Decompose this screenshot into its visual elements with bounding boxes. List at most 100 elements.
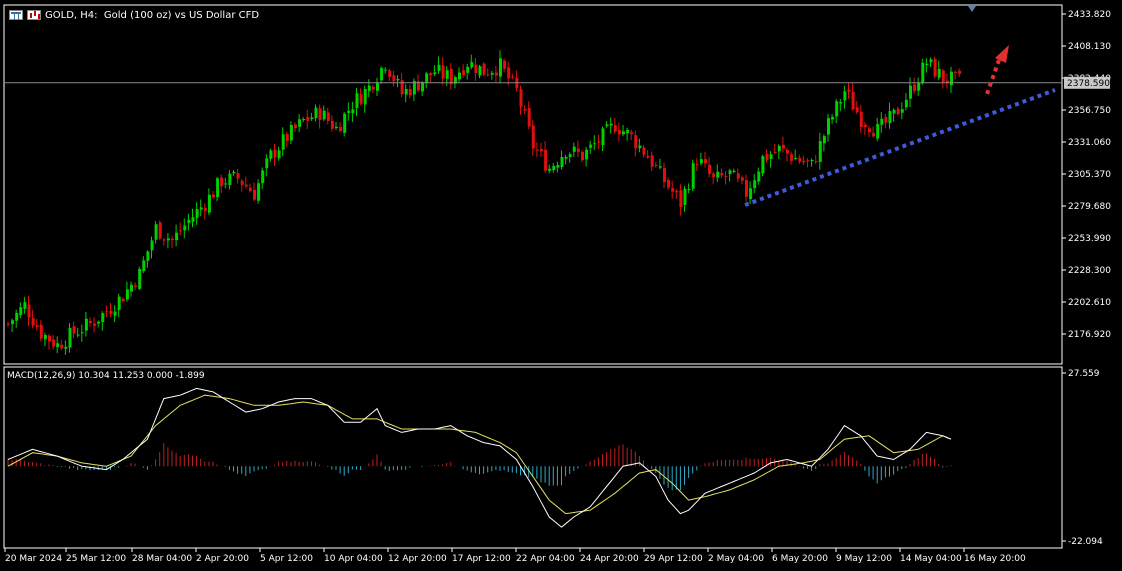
candle <box>745 174 748 202</box>
macd-tick-label: 27.559 <box>1068 369 1100 379</box>
candle-body <box>84 318 88 331</box>
candle <box>52 334 56 350</box>
candle <box>478 64 482 79</box>
candle-body <box>269 150 273 159</box>
candle <box>540 142 543 157</box>
candle <box>663 162 666 189</box>
candle-body <box>441 65 445 79</box>
macd-pane[interactable] <box>7 387 952 528</box>
candle-body <box>765 153 769 161</box>
candle-body <box>572 146 576 152</box>
candle-body <box>277 150 281 159</box>
candle <box>691 159 695 192</box>
candle <box>909 77 912 108</box>
candle-body <box>642 147 646 155</box>
candle-body <box>691 163 695 189</box>
candle-body <box>904 99 908 108</box>
candle <box>634 130 638 157</box>
candle-body <box>581 151 584 161</box>
macd-signal-line <box>7 394 952 515</box>
candle <box>150 236 154 259</box>
annotations[interactable] <box>744 45 1056 207</box>
candle <box>113 305 117 323</box>
candle-body <box>540 149 543 152</box>
bar-chart-icon[interactable] <box>27 10 41 20</box>
candle <box>810 158 814 167</box>
candle <box>786 147 789 162</box>
candle-body <box>138 269 142 289</box>
candle-body <box>273 149 277 158</box>
candle-body <box>335 126 338 129</box>
price-tick-label: 2253.990 <box>1068 234 1111 244</box>
price-pane[interactable] <box>7 50 962 355</box>
candle <box>950 66 953 94</box>
candle-body <box>876 124 880 139</box>
candle <box>896 106 900 116</box>
candle-body <box>937 68 941 78</box>
candle <box>35 319 39 331</box>
candle <box>941 69 945 89</box>
candle-body <box>622 131 625 135</box>
candle-body <box>216 178 220 198</box>
candle-body <box>523 109 527 111</box>
candle-body <box>503 60 507 69</box>
candle-body <box>482 63 486 75</box>
candle <box>667 177 671 191</box>
candle <box>740 175 744 185</box>
candle <box>265 154 269 177</box>
candle-body <box>699 159 703 164</box>
price-chart[interactable]: 2433.8202408.1302382.4402356.7502331.060… <box>0 0 1122 571</box>
candle-body <box>330 120 334 129</box>
candle <box>523 105 527 115</box>
candle-body <box>105 311 109 313</box>
candle-body <box>478 66 482 76</box>
candle <box>412 78 416 102</box>
candle-body <box>560 157 564 167</box>
candle-body <box>654 164 658 166</box>
candle <box>203 203 207 220</box>
candle-body <box>589 144 593 148</box>
candle-body <box>339 126 343 131</box>
candle-body <box>310 117 314 120</box>
candle-body <box>679 190 683 208</box>
price-tick-label: 2228.300 <box>1068 266 1111 276</box>
time-tick-label: 2 May 04:00 <box>708 554 764 564</box>
candle <box>827 114 830 142</box>
candle-body <box>909 85 912 99</box>
candle <box>162 238 166 246</box>
time-tick-label: 29 Apr 12:00 <box>644 554 703 564</box>
candle-body <box>892 109 896 114</box>
candle <box>913 77 917 94</box>
candle <box>433 65 437 77</box>
candle <box>638 138 642 153</box>
candle-body <box>728 170 732 175</box>
candle-body <box>347 110 351 113</box>
candle <box>712 171 716 185</box>
price-tick-label: 2408.130 <box>1068 42 1111 52</box>
market-watch-icon[interactable] <box>9 10 23 20</box>
candle-body <box>39 324 43 339</box>
candle-body <box>880 118 884 125</box>
candle-body <box>195 209 199 218</box>
candle <box>216 176 220 202</box>
candle-body <box>490 72 494 75</box>
candle-body <box>72 326 76 334</box>
candle <box>310 112 314 121</box>
support-trendline[interactable] <box>744 88 1056 207</box>
candle <box>84 311 88 337</box>
bullish-arrow-shaft[interactable] <box>985 59 1001 95</box>
candle <box>679 184 683 216</box>
candle-body <box>175 232 179 240</box>
candle <box>499 50 502 83</box>
candle-body <box>708 164 712 174</box>
candle-body <box>667 180 671 188</box>
candle-body <box>687 188 691 190</box>
candle-body <box>564 157 568 159</box>
candle-body <box>896 108 900 115</box>
candle <box>207 188 211 216</box>
candle-body <box>248 187 252 192</box>
candle <box>441 57 445 85</box>
candle-body <box>7 323 10 325</box>
candle <box>831 114 835 124</box>
candle-body <box>306 116 310 121</box>
